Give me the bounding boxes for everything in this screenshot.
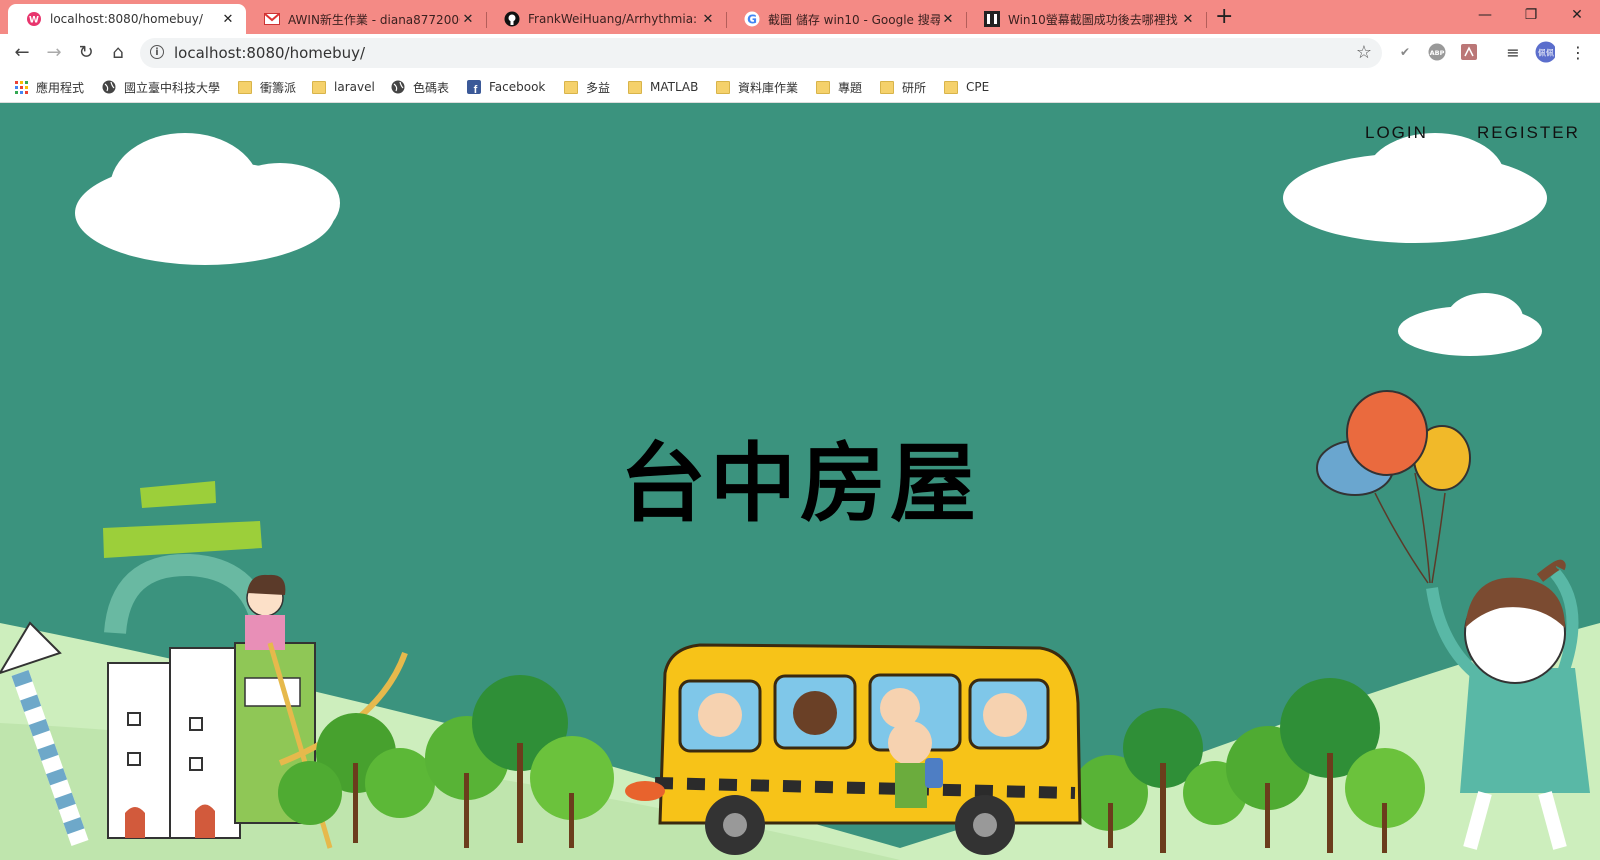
home-button[interactable]: ⌂ [106,40,130,64]
svg-text:G: G [747,13,757,27]
cloud-illustration [75,133,1547,356]
bookmark-label: 多益 [586,80,611,95]
login-link[interactable]: LOGIN [1365,123,1428,143]
bookmark-label: laravel [334,80,375,94]
reload-button[interactable]: ↻ [74,40,98,64]
browser-toolbar: ← → ↻ ⌂ i localhost:8080/homebuy/ ☆ ✔ AB… [0,34,1600,72]
new-tab-button[interactable]: + [1215,6,1233,28]
menu-kebab-icon[interactable]: ⋮ [1568,42,1588,62]
bookmark-label: 國立臺中科技大學 [124,80,221,95]
check-extension-icon[interactable]: ✔ [1395,42,1415,62]
bookmark-label: 研所 [902,80,927,95]
tab-github[interactable]: FrankWeiHuang/Arrhythmia: - ✕ [486,4,727,34]
adblock-extension-icon[interactable]: ABP [1427,42,1447,62]
pdf-extension-icon[interactable] [1459,42,1479,62]
globe-icon [391,80,405,94]
folder-icon [238,80,252,94]
tab-gmail[interactable]: AWIN新生作業 - diana8772000 ✕ [246,4,487,34]
info-icon[interactable]: i [150,45,164,59]
svg-text:ABP: ABP [1430,49,1445,57]
close-tab-icon[interactable]: ✕ [700,12,716,27]
bookmark-star-icon[interactable]: ☆ [1356,42,1372,63]
tab-title: FrankWeiHuang/Arrhythmia: - [528,12,700,26]
close-tab-icon[interactable]: ✕ [1180,12,1196,27]
bookmark-label: 衝籌派 [260,80,297,95]
gmail-icon [264,11,280,27]
google-icon: G [744,11,760,27]
bookmark-label: MATLAB [650,80,699,94]
profile-avatar[interactable]: 佩佩 [1535,41,1555,63]
restore-button[interactable]: ❐ [1508,0,1554,30]
tab-strip: W localhost:8080/homebuy/ ✕ AWIN新生作業 - d… [0,0,1600,34]
bookmark-label: Facebook [489,80,546,94]
bookmark-folder-cpe[interactable]: CPE [944,78,989,96]
forward-button[interactable]: → [42,40,66,64]
bookmark-folder-matlab[interactable]: MATLAB [628,78,698,96]
folder-icon [716,80,730,94]
tab-title: Win10螢幕截圖成功後去哪裡找 [1008,12,1178,27]
folder-icon [564,80,578,94]
homebuy-page: LOGIN REGISTER 台中房屋 [0,103,1600,860]
close-window-button[interactable]: ✕ [1554,0,1600,30]
bookmark-folder-project[interactable]: 專題 [816,78,862,96]
folder-icon [312,80,326,94]
folder-icon [880,80,894,94]
address-bar[interactable]: i localhost:8080/homebuy/ ☆ [140,38,1382,68]
bookmark-label: 資料庫作業 [738,80,799,95]
apps-grid-icon [14,80,28,94]
minimize-button[interactable]: — [1462,0,1508,30]
bookmark-folder-database[interactable]: 資料庫作業 [716,78,798,96]
close-tab-icon[interactable]: ✕ [460,12,476,27]
bookmark-label: 色碼表 [413,80,450,95]
tab-title: localhost:8080/homebuy/ [50,12,203,26]
register-link[interactable]: REGISTER [1477,123,1580,143]
tab-homebuy[interactable]: W localhost:8080/homebuy/ ✕ [8,4,246,34]
globe-icon [102,80,116,94]
bookmark-apps[interactable]: 應用程式 [14,78,84,96]
bookmark-folder-laravel[interactable]: laravel [312,78,375,96]
svg-text:佩佩: 佩佩 [1538,49,1554,58]
bookmark-color-codes[interactable]: 色碼表 [391,78,449,96]
bookmark-nutc[interactable]: 國立臺中科技大學 [102,78,220,96]
school-bus-illustration [625,643,1082,855]
media-control-icon[interactable]: ≡ [1503,42,1523,62]
folder-icon [944,80,958,94]
facebook-icon: f [467,80,481,94]
tab-title: AWIN新生作業 - diana8772000 [288,12,460,27]
bookmark-facebook[interactable]: f Facebook [467,78,545,96]
tab-google-search[interactable]: G 截圖 儲存 win10 - Google 搜尋 ✕ [726,4,967,34]
tab-separator [1206,12,1207,28]
close-tab-icon[interactable]: ✕ [940,12,956,27]
bookmark-folder-toeic[interactable]: 多益 [564,78,610,96]
medium-icon [984,11,1000,27]
tab-win10-screenshot[interactable]: Win10螢幕截圖成功後去哪裡找 ✕ [966,4,1207,34]
folder-icon [816,80,830,94]
bookmark-label: 應用程式 [36,80,85,95]
close-tab-icon[interactable]: ✕ [220,12,236,27]
back-button[interactable]: ← [10,40,34,64]
bookmark-folder-graduate[interactable]: 研所 [880,78,926,96]
bookmarks-bar: 應用程式 國立臺中科技大學 衝籌派 laravel 色碼表 f Facebook… [0,72,1600,103]
bookmark-folder-crowdfund[interactable]: 衝籌派 [238,78,296,96]
github-icon [504,11,520,27]
webpack-icon: W [26,11,42,27]
page-title: 台中房屋 [620,434,980,534]
url-text[interactable]: localhost:8080/homebuy/ [174,44,365,62]
svg-text:W: W [29,16,39,26]
bookmark-label: 專題 [838,80,863,95]
folder-icon [628,80,642,94]
bookmark-label: CPE [966,80,990,94]
svg-text:f: f [474,84,478,94]
tab-title: 截圖 儲存 win10 - Google 搜尋 [768,12,940,27]
